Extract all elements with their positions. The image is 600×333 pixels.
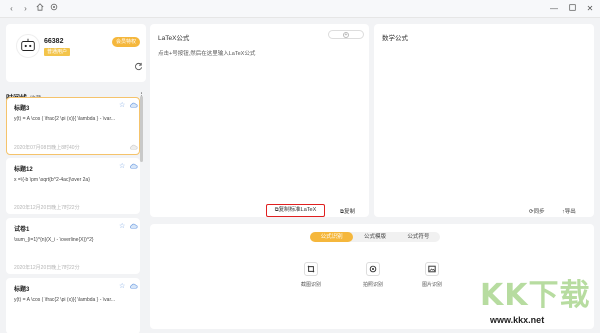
tab-formula-symbols[interactable]: 公式符号 — [397, 232, 440, 242]
copy-button[interactable]: ⧉复制 — [340, 207, 355, 216]
note-formula: y(t) = A \cos ( \frac{2 \pi (x)}{ \lambd… — [14, 297, 116, 303]
chevron-right-icon[interactable]: › — [20, 3, 31, 14]
latex-panel: LaTeX公式 + 点击+号按钮,然后在这里输入LaTeX公式 ⧉复制标准LaT… — [150, 24, 369, 217]
close-icon[interactable]: ✕ — [583, 2, 597, 15]
star-icon[interactable]: ☆ — [119, 162, 125, 170]
latex-input-hint[interactable]: 点击+号按钮,然后在这里输入LaTeX公式 — [158, 49, 255, 57]
note-card[interactable]: 标题12 ☆ x =\{-b \pm \sqrt{b^2-4ac}\over 2… — [6, 158, 140, 214]
latex-panel-title: LaTeX公式 — [158, 35, 190, 42]
note-card[interactable]: 标题3 ☆ y(t) = A \cos ( \frac{2 \pi (x)}{ … — [6, 278, 140, 333]
note-title: 标题3 — [14, 106, 30, 112]
user-card: 66382 普通用户 会员特权 — [6, 24, 146, 82]
screenshot-recognition-label: 截图识别 — [300, 282, 321, 288]
export-button[interactable]: ↑导出 — [562, 207, 576, 215]
screenshot-icon — [304, 262, 318, 276]
photo-recognition-button[interactable]: 拍照识别 — [358, 262, 388, 288]
note-formula: y(t) = A \cos ( \frac{2 \pi (x)}{ \lambd… — [14, 116, 116, 122]
note-title: 试卷1 — [14, 227, 30, 233]
sync-label: 同步 — [533, 209, 545, 215]
home-icon[interactable] — [34, 3, 45, 14]
note-title: 标题3 — [14, 287, 30, 293]
note-timestamp: 2020年07月08日晚上8时40分 — [14, 145, 80, 151]
note-card[interactable]: 标题3 ☆ y(t) = A \cos ( \frac{2 \pi (x)}{ … — [6, 97, 140, 155]
title-bar: ‹ › — ✕ — [0, 0, 600, 18]
screenshot-recognition-button[interactable]: 截图识别 — [296, 262, 326, 288]
cloud-icon — [130, 223, 138, 229]
copy-standard-latex-button[interactable]: ⧉复制标准LaTeX — [266, 204, 325, 217]
sync-button[interactable]: ⟳同步 — [529, 207, 545, 215]
camera-icon — [366, 262, 380, 276]
note-timestamp: 2020年12月20日晚上7时22分 — [14, 205, 80, 211]
tab-formula-templates[interactable]: 公式模版 — [353, 232, 396, 242]
tab-formula-recognition[interactable]: 公式识别 — [310, 232, 354, 242]
note-title: 标题12 — [14, 167, 33, 173]
note-formula: x =\{-b \pm \sqrt{b^2-4ac}\over 2a} — [14, 177, 90, 183]
notes-scrollbar[interactable] — [140, 96, 143, 162]
maximize-icon[interactable] — [565, 2, 579, 15]
note-timestamp: 2020年12月20日晚上7时22分 — [14, 265, 80, 271]
star-icon[interactable]: ☆ — [119, 222, 125, 230]
add-formula-button[interactable]: + — [328, 30, 364, 39]
image-recognition-button[interactable]: 图片识别 — [417, 262, 447, 288]
cloud-icon — [130, 144, 138, 150]
user-id: 66382 — [44, 38, 64, 45]
recognition-tabs: 公式识别 公式模版 公式符号 — [310, 232, 440, 242]
refresh-icon[interactable] — [134, 62, 143, 71]
note-card[interactable]: 试卷1 ☆ \sum_{i=1}^{n}(X_i - \overline{X})… — [6, 218, 140, 274]
watermark-url: www.kkx.net — [490, 315, 545, 325]
user-level-badge: 普通用户 — [44, 48, 71, 56]
avatar[interactable] — [16, 34, 40, 58]
plus-icon: + — [343, 31, 349, 38]
photo-recognition-label: 拍照识别 — [362, 282, 383, 288]
site-watermark: KK下载 www.kkx.net — [478, 278, 596, 330]
image-recognition-label: 图片识别 — [421, 282, 442, 288]
math-formula-panel: 数学公式 ⟳同步 ↑导出 — [374, 24, 594, 217]
export-label: 导出 — [564, 209, 576, 215]
cloud-icon — [130, 283, 138, 289]
math-panel-title: 数学公式 — [382, 35, 408, 42]
image-icon — [425, 262, 439, 276]
notes-list: 标题3 ☆ y(t) = A \cos ( \frac{2 \pi (x)}{ … — [6, 97, 146, 333]
minimize-icon[interactable]: — — [547, 2, 561, 15]
vip-privilege-button[interactable]: 会员特权 — [112, 37, 140, 47]
note-formula: \sum_{i=1}^{n}(X_i - \overline{X})^2} — [14, 237, 94, 243]
copy-standard-latex-label: 复制标准LaTeX — [278, 207, 317, 213]
star-icon[interactable]: ☆ — [119, 101, 125, 109]
cloud-icon — [130, 163, 138, 169]
star-icon[interactable]: ☆ — [119, 282, 125, 290]
settings-icon[interactable] — [48, 3, 59, 14]
chevron-left-icon[interactable]: ‹ — [6, 3, 17, 14]
copy-label: 复制 — [343, 209, 355, 215]
watermark-logo-text: KK下载 — [480, 278, 591, 313]
cloud-icon — [130, 102, 138, 108]
